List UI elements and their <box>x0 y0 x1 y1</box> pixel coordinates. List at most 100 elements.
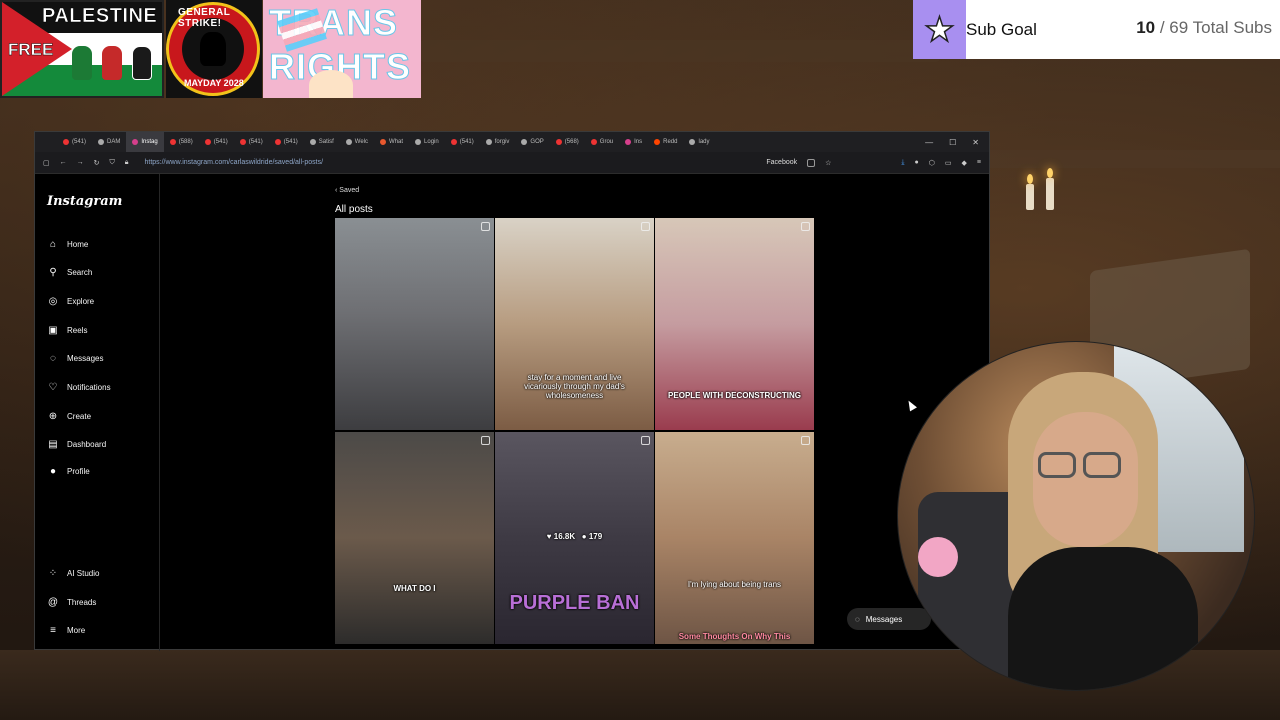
palestine-badge: PALESTINE FREE <box>0 0 164 98</box>
post-caption: PEOPLE WITH DECONSTRUCTING <box>668 391 801 400</box>
browser-tab[interactable]: Redd <box>648 132 683 152</box>
browser-tab[interactable]: Welc <box>340 132 374 152</box>
sidebar-toggle-icon[interactable]: ▢ <box>43 159 50 167</box>
sidebar-item-label: Dashboard <box>67 439 107 449</box>
strike-badge-top: GENERAL STRIKE! <box>178 7 231 29</box>
saved-back-link[interactable]: ‹ Saved <box>335 187 395 194</box>
sub-goal-total: / 69 Total Subs <box>1159 18 1272 37</box>
tab-favicon-icon <box>590 139 597 145</box>
browser-tab[interactable]: (541) <box>57 132 92 152</box>
tab-favicon-icon <box>309 139 316 145</box>
page-title: All posts <box>335 204 373 215</box>
saved-post[interactable]: I'm lying about being trans Some Thoughts… <box>655 432 814 644</box>
back-icon[interactable]: ← <box>60 159 67 166</box>
browser-tab[interactable]: (588) <box>164 132 199 152</box>
tab-favicon-icon <box>169 139 176 145</box>
saved-post[interactable]: WHAT DO I <box>335 432 494 644</box>
instagram-logo[interactable]: Instagram <box>47 194 122 209</box>
sidebar-item-reels[interactable]: ▣ Reels <box>47 324 87 336</box>
sidebar-item-ai-studio[interactable]: ⁘ AI Studio <box>47 567 100 579</box>
download-icon[interactable]: ⤓ <box>901 159 904 167</box>
saved-post[interactable]: PURPLE BAN ♥ 16.8K ● 179 <box>495 432 654 644</box>
tab-list: (541) DAM Instag (588) (541) (541) (541) Satisf… <box>57 132 716 152</box>
account-icon[interactable]: ● <box>915 159 919 166</box>
fist-icon <box>102 46 122 80</box>
tab-favicon-icon <box>521 139 528 145</box>
reload-icon[interactable]: ↻ <box>94 159 100 167</box>
minimize-icon[interactable]: — <box>925 138 933 147</box>
sidebar-item-label: Reels <box>67 325 88 335</box>
browser-tab[interactable]: lady <box>683 132 715 152</box>
browser-tab[interactable]: (541) <box>445 132 480 152</box>
menu-icon[interactable]: ≡ <box>977 159 981 166</box>
create-icon: ⊕ <box>48 410 58 422</box>
maximize-icon[interactable]: ☐ <box>949 138 956 147</box>
webcam-overlay <box>897 341 1255 691</box>
saved-post[interactable]: PEOPLE WITH DECONSTRUCTING <box>655 218 814 430</box>
navigation-bar: ▢ ← → ↻ ⛉ 🔒︎ https://www.instagram.com/c… <box>35 152 989 174</box>
browser-tab[interactable]: Satisf <box>304 132 340 152</box>
extension-icon[interactable]: ◆ <box>962 159 967 167</box>
browser-tab[interactable]: (541) <box>269 132 304 152</box>
browser-tab[interactable]: Grou <box>585 132 619 152</box>
cam-body <box>1008 547 1198 690</box>
sidebar-item-notifications[interactable]: ♡ Notifications <box>47 381 111 393</box>
browser-tab-label: Welc <box>354 139 369 145</box>
instagram-page: Instagram ⌂ Home ⚲ Search ◎ Explore ▣ Reels ◌ Mes… <box>35 174 989 651</box>
tab-favicon-icon <box>415 139 422 145</box>
forward-icon[interactable]: → <box>77 159 84 166</box>
sidebar-item-search[interactable]: ⚲ Search <box>47 266 92 278</box>
browser-tab[interactable]: (568) <box>550 132 585 152</box>
saved-post[interactable]: stay for a moment and live vicariously t… <box>495 218 654 430</box>
browser-tab-label: What <box>389 139 404 145</box>
tab-favicon-icon <box>625 139 632 145</box>
browser-tab[interactable]: Ins <box>619 132 648 152</box>
screenshot-icon[interactable]: ▭ <box>945 159 952 167</box>
reel-icon <box>481 222 490 231</box>
browser-tab-label: lady <box>698 139 710 145</box>
sidebar-item-dashboard[interactable]: ▤ Dashboard <box>47 438 106 450</box>
sidebar-item-home[interactable]: ⌂ Home <box>47 238 88 250</box>
browser-tab[interactable]: (541) <box>234 132 269 152</box>
sidebar-item-threads[interactable]: @ Threads <box>47 596 96 608</box>
tab-favicon-icon <box>689 139 696 145</box>
chevron-left-icon: ‹ <box>335 187 338 194</box>
browser-tab[interactable]: Instag <box>126 132 164 152</box>
black-cat-icon <box>200 32 226 66</box>
post-caption: I'm lying about being trans <box>687 580 782 589</box>
tab-favicon-icon <box>485 139 492 145</box>
browser-tab[interactable]: GOP <box>515 132 549 152</box>
browser-tab[interactable]: DAM <box>92 132 126 152</box>
sidebar-item-create[interactable]: ⊕ Create <box>47 410 91 422</box>
tab-bar: (541) DAM Instag (588) (541) (541) (541) Satisf… <box>35 132 989 152</box>
toolbar-facebook[interactable]: Facebook <box>766 159 797 166</box>
browser-tab[interactable]: forgiv <box>480 132 516 152</box>
browser-tab-label: Ins <box>634 139 643 145</box>
palestine-badge-title: PALESTINE <box>42 5 158 28</box>
home-icon: ⌂ <box>49 238 57 250</box>
saved-post[interactable] <box>335 218 494 430</box>
sidebar-item-more[interactable]: ≡ More <box>47 624 85 636</box>
address-bar[interactable]: https://www.instagram.com/carlaswildride… <box>144 159 323 166</box>
browser-tab-label: (541) <box>72 139 87 145</box>
search-icon: ⚲ <box>49 266 57 278</box>
browser-tab-label: Redd <box>663 139 678 145</box>
tab-favicon-icon <box>274 139 281 145</box>
browser-tab[interactable]: (541) <box>199 132 234 152</box>
browser-tab[interactable]: What <box>374 132 409 152</box>
instagram-sidebar: Instagram ⌂ Home ⚲ Search ◎ Explore ▣ Reels ◌ Mes… <box>35 174 160 651</box>
extensions-icon[interactable]: ⬡ <box>929 159 935 167</box>
browser-tab[interactable]: Login <box>409 132 445 152</box>
reel-icon <box>641 222 650 231</box>
sidebar-item-explore[interactable]: ◎ Explore <box>47 295 95 307</box>
post-caption: PURPLE BAN <box>509 592 640 614</box>
strike-badge-bottom: MAYDAY 2028 <box>184 78 244 88</box>
reader-icon[interactable] <box>807 158 816 167</box>
tab-favicon-icon <box>555 139 562 145</box>
close-icon[interactable]: ✕ <box>972 138 979 147</box>
bookmark-star-icon[interactable]: ☆ <box>825 159 831 167</box>
sidebar-item-profile[interactable]: ● Profile <box>47 465 90 477</box>
browser-tab-label: (541) <box>248 139 263 145</box>
shield-icon[interactable]: ⛉ <box>110 159 115 167</box>
sidebar-item-messages[interactable]: ◌ Messages <box>47 352 103 364</box>
